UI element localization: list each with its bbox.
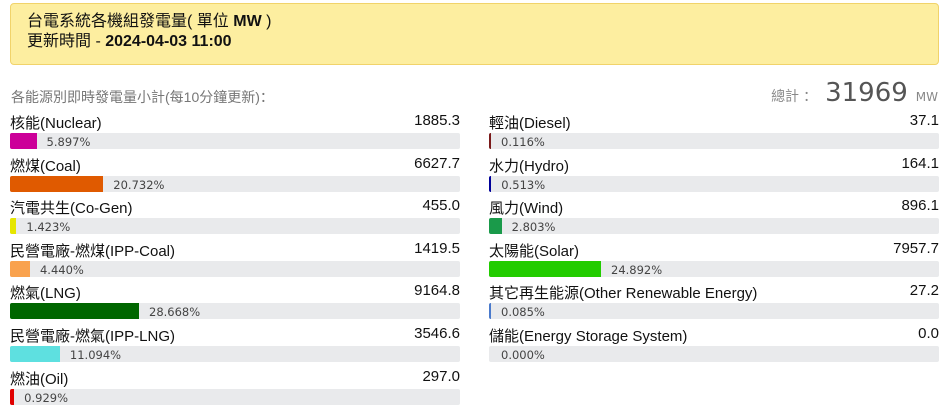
progress-track: [489, 303, 939, 320]
progress-fill: [489, 175, 492, 192]
title-text: 台電系統各機組發電量: [27, 13, 188, 30]
progress-fill: [10, 175, 104, 192]
progress-fill: [10, 218, 17, 235]
energy-row: 民營電廠-燃氣(IPP-LNG) 3546.6 11.094%: [10, 325, 460, 368]
update-time: 更新時間 - 2024-04-03 11:00: [27, 32, 938, 52]
energy-name: 水力(Hydro): [489, 157, 570, 175]
progress-fill: [489, 303, 491, 320]
energy-percent: 0.116%: [501, 135, 545, 149]
energy-name: 燃氣(LNG): [10, 285, 81, 303]
title-unit-mw: MW: [233, 13, 262, 30]
progress-track: [489, 218, 939, 235]
energy-percent: 5.897%: [46, 135, 91, 149]
page-title: 台電系統各機組發電量( 單位 MW ): [27, 12, 938, 32]
energy-value: 7957.7: [893, 239, 939, 257]
update-time-label: 更新時間 -: [27, 33, 106, 50]
energy-value: 1885.3: [414, 112, 460, 129]
energy-row: 燃氣(LNG) 9164.8 28.668%: [10, 282, 460, 325]
progress-fill: [489, 260, 601, 277]
total-value: 31969: [825, 78, 908, 108]
progress-track: [489, 133, 939, 149]
progress-track: [10, 388, 460, 405]
title-unit-open: ( 單位: [187, 13, 234, 30]
energy-name: 其它再生能源(Other Renewable Energy): [489, 285, 758, 303]
header-banner: 台電系統各機組發電量( 單位 MW ) 更新時間 - 2024-04-03 11…: [10, 3, 939, 65]
energy-percent: 4.440%: [39, 262, 84, 277]
total-label: 總計: [771, 89, 800, 105]
energy-value: 0.0: [918, 324, 939, 342]
energy-list-left: 核能(Nuclear) 1885.3 5.897% 燃煤(Coal) 6627.7 20.…: [10, 112, 460, 410]
energy-percent: 0.513%: [501, 177, 546, 192]
energy-percent: 20.732%: [113, 177, 165, 192]
energy-row: 燃煤(Coal) 6627.7 20.732%: [10, 155, 460, 198]
energy-percent: 0.000%: [501, 347, 545, 362]
energy-value: 9164.8: [414, 282, 460, 300]
progress-fill: [10, 133, 37, 149]
total-unit: MW: [915, 90, 938, 104]
energy-row: 太陽能(Solar) 7957.7 24.892%: [489, 240, 939, 283]
energy-name: 核能(Nuclear): [10, 115, 102, 132]
total-generation: 總計 ： 31969 MW: [771, 78, 938, 108]
energy-name: 輕油(Diesel): [489, 115, 571, 132]
energy-value: 896.1: [901, 197, 939, 215]
energy-row: 民營電廠-燃煤(IPP-Coal) 1419.5 4.440%: [10, 240, 460, 283]
energy-percent: 0.929%: [24, 390, 69, 405]
summary-subtitle: 各能源別即時發電量小計(每10分鐘更新)：: [11, 89, 274, 105]
energy-name: 民營電廠-燃氣(IPP-LNG): [10, 327, 176, 345]
energy-value: 6627.7: [414, 154, 460, 172]
energy-name: 風力(Wind): [489, 200, 564, 218]
progress-track: [489, 260, 939, 277]
energy-row: 輕油(Diesel) 37.1 0.116%: [489, 112, 939, 155]
title-unit-close: ): [261, 13, 272, 30]
energy-row: 汽電共生(Co-Gen) 455.0 1.423%: [10, 197, 460, 240]
energy-row: 核能(Nuclear) 1885.3 5.897%: [10, 112, 460, 155]
progress-track: [10, 218, 460, 235]
energy-row: 風力(Wind) 896.1 2.803%: [489, 197, 939, 240]
energy-row: 其它再生能源(Other Renewable Energy) 27.2 0.085%: [489, 282, 939, 325]
energy-value: 297.0: [422, 367, 460, 385]
energy-name: 民營電廠-燃煤(IPP-Coal): [10, 242, 176, 260]
energy-row: 水力(Hydro) 164.1 0.513%: [489, 155, 939, 198]
progress-track: [10, 303, 460, 320]
total-colon: ：: [803, 89, 818, 105]
energy-row: 儲能(Energy Storage System) 0.0 0.000%: [489, 325, 939, 368]
progress-track: [489, 345, 939, 362]
energy-name: 燃油(Oil): [10, 370, 69, 388]
progress-fill: [10, 345, 60, 362]
progress-fill: [10, 388, 15, 405]
progress-fill: [10, 303, 139, 320]
energy-value: 3546.6: [414, 324, 460, 342]
energy-percent: 1.423%: [26, 220, 71, 235]
update-time-value: 2024-04-03 11:00: [105, 33, 232, 50]
energy-percent: 28.668%: [149, 305, 201, 320]
progress-track: [489, 175, 939, 192]
energy-name: 太陽能(Solar): [489, 242, 580, 260]
energy-percent: 11.094%: [69, 347, 122, 362]
energy-percent: 0.085%: [501, 305, 545, 320]
energy-row: 燃油(Oil) 297.0 0.929%: [10, 368, 460, 410]
energy-value: 1419.5: [414, 239, 460, 257]
energy-value: 455.0: [422, 197, 460, 215]
energy-percent: 24.892%: [611, 262, 663, 277]
energy-list-right: 輕油(Diesel) 37.1 0.116% 水力(Hydro) 164.1 0.513%…: [489, 112, 939, 368]
energy-value: 27.2: [909, 282, 939, 300]
energy-name: 儲能(Energy Storage System): [489, 327, 688, 345]
progress-track: [10, 175, 460, 192]
energy-percent: 2.803%: [511, 220, 556, 235]
energy-value: 164.1: [901, 154, 939, 172]
progress-fill: [489, 218, 502, 235]
progress-fill: [489, 133, 491, 149]
energy-name: 汽電共生(Co-Gen): [10, 200, 133, 218]
energy-value: 37.1: [909, 112, 939, 129]
energy-name: 燃煤(Coal): [10, 157, 81, 175]
progress-fill: [10, 260, 30, 277]
